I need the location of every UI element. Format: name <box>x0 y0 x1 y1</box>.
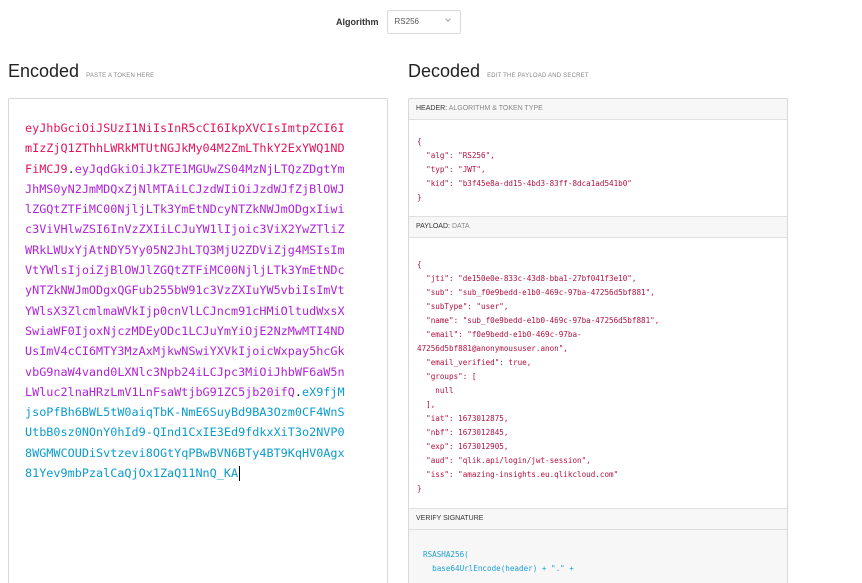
decoded-section-title: Decoded EDIT THE PAYLOAD AND SECRET <box>408 61 589 82</box>
token-signature-part: eX9fjMjsoPfBh6BWL5tW0aiqTbK-NmE6SuyBd9BA… <box>25 384 345 481</box>
verify-panel-label: VERIFY SIGNATURE <box>416 515 484 522</box>
payload-panel-sub: DATA <box>451 223 470 230</box>
algorithm-selected-value: RS256 <box>394 17 419 26</box>
algorithm-row: Algorithm RS256 <box>336 10 461 34</box>
token-dot-2: . <box>294 384 302 399</box>
token-payload-part: eyJqdGkiOiJkZTE1MGUwZS04MzNjLTQzZDgtYmJh… <box>25 161 345 399</box>
payload-json[interactable]: { "jti": "de150e0e-833c-43d8-bba1-27bf04… <box>417 258 787 496</box>
header-json-editor[interactable]: { "alg": "RS256", "typ": "JWT", "kid": "… <box>409 120 787 217</box>
encoded-section-title: Encoded PASTE A TOKEN HERE <box>8 61 154 82</box>
token-text[interactable]: eyJhbGciOiJSUzI1NiIsInR5cCI6IkpXVCIsImtp… <box>25 118 345 483</box>
payload-panel-label: PAYLOAD: <box>416 223 450 230</box>
decoded-title: Decoded <box>408 61 481 81</box>
text-cursor <box>239 466 241 482</box>
verify-panel-title: VERIFY SIGNATURE <box>409 509 787 530</box>
header-json[interactable]: { "alg": "RS256", "typ": "JWT", "kid": "… <box>417 135 787 205</box>
header-panel-sub: ALGORITHM & TOKEN TYPE <box>448 105 543 112</box>
algorithm-label: Algorithm <box>336 17 379 27</box>
header-panel-label: HEADER: <box>416 105 448 112</box>
token-dot-1: . <box>67 161 75 176</box>
payload-json-editor[interactable]: { "jti": "de150e0e-833c-43d8-bba1-27bf04… <box>409 238 787 509</box>
verify-code: RSASHA256( base64UrlEncode(header) + "."… <box>423 550 574 573</box>
header-panel-title: HEADER: ALGORITHM & TOKEN TYPE <box>409 99 787 120</box>
decoded-hint: EDIT THE PAYLOAD AND SECRET <box>487 73 589 79</box>
verify-signature-body: RSASHA256( base64UrlEncode(header) + "."… <box>409 530 787 583</box>
decoded-panels: HEADER: ALGORITHM & TOKEN TYPE { "alg": … <box>408 98 788 583</box>
encoded-token-editor[interactable]: eyJhbGciOiJSUzI1NiIsInR5cCI6IkpXVCIsImtp… <box>8 98 388 583</box>
payload-panel-title: PAYLOAD: DATA <box>409 217 787 238</box>
algorithm-select[interactable]: RS256 <box>386 10 461 34</box>
encoded-hint: PASTE A TOKEN HERE <box>86 73 155 79</box>
encoded-title: Encoded <box>8 61 80 81</box>
chevron-down-icon <box>444 18 451 22</box>
